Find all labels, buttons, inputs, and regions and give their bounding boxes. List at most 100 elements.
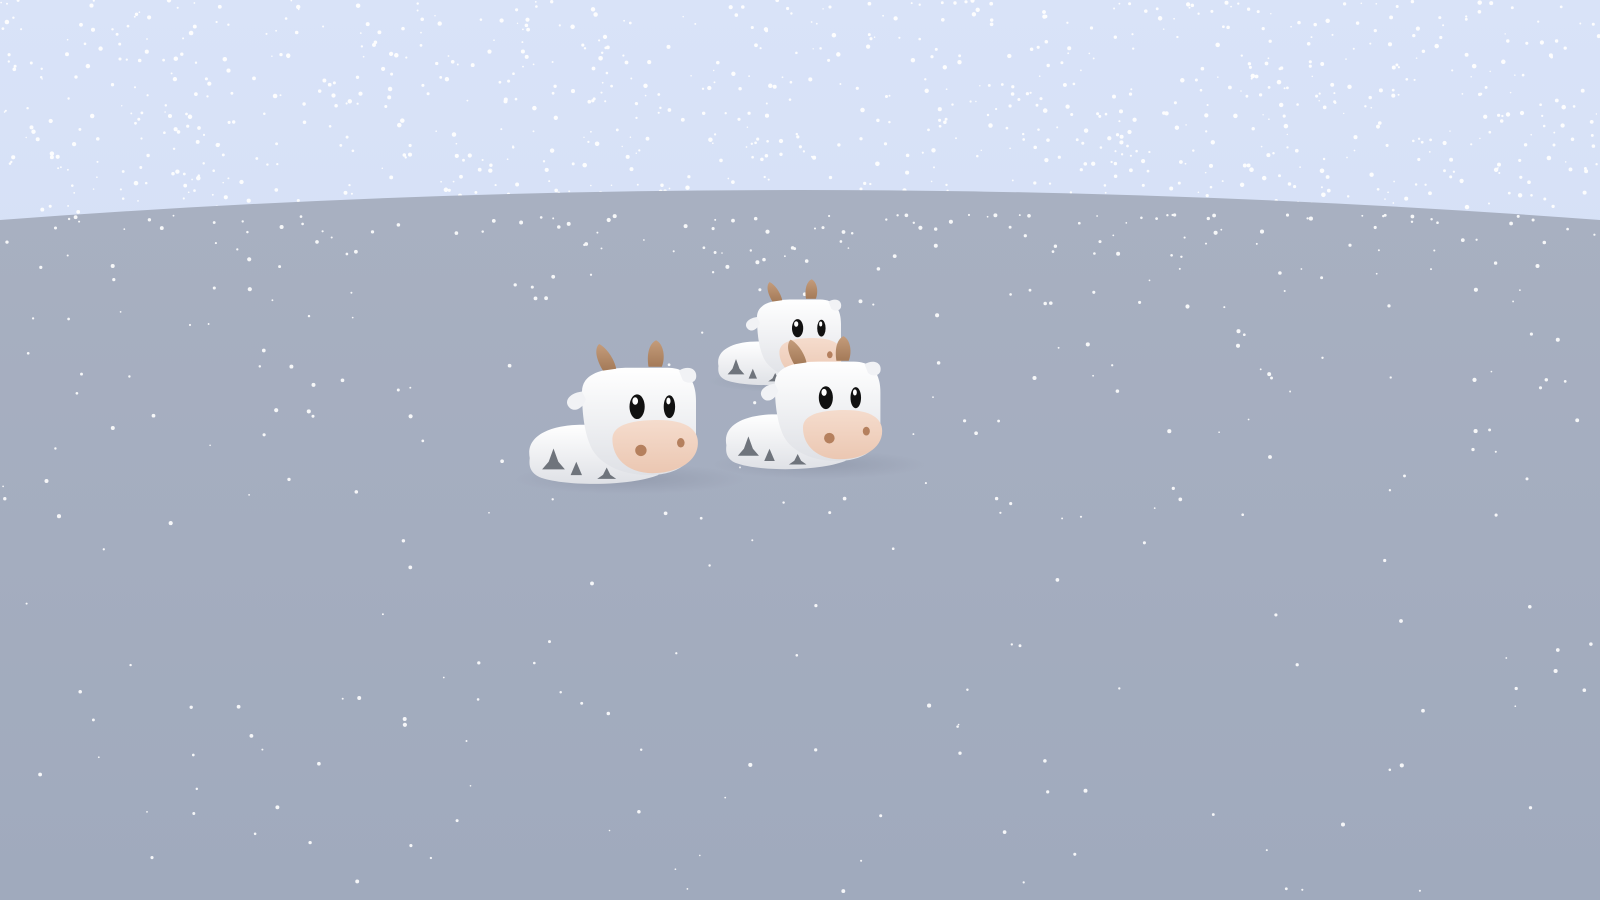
snowflake [1318,99,1320,102]
snowflake [1204,171,1207,174]
snowflake [930,180,933,183]
snowflake [1032,375,1037,381]
snowflake [690,74,692,77]
snowflake [1119,134,1124,139]
snowflake [530,285,534,289]
snowflake [1395,5,1399,8]
snowflake [872,303,875,306]
snowflake [351,316,354,319]
snowflake [236,248,239,251]
snowflake [331,93,336,98]
snowflake [587,140,590,144]
snowflake [246,198,251,203]
snowflake [465,740,468,742]
snowflake [1384,198,1386,200]
snowflake [754,141,757,145]
snowflake [1226,25,1230,30]
snowflake [1410,214,1415,219]
snowflake [734,13,739,17]
snowflake [751,539,754,542]
snowflake [67,97,70,100]
snowflake [924,482,927,485]
snowflake [635,152,638,154]
snowflake [643,83,648,89]
snowflake [209,444,211,447]
snowflake [1069,191,1073,194]
snowflake [580,701,584,705]
snowflake [396,388,400,392]
snowflake [731,71,736,76]
snowflake [1310,36,1313,39]
snowflake [96,160,99,163]
snowflake [1113,7,1116,10]
snowflake [54,447,57,450]
snowflake [222,56,228,62]
snowflake [786,6,790,11]
snowflake [197,174,201,177]
snowflake [1331,33,1334,36]
snowflake [1116,251,1121,256]
snowflake [1330,82,1335,87]
snowflake [912,221,915,224]
snowflake [790,12,793,15]
snowflake [553,84,557,88]
snowflake [345,252,349,256]
snowflake [763,175,766,179]
snowflake [999,511,1002,514]
snowflake [1261,26,1265,31]
snowflake [1218,431,1220,434]
snowflake [810,155,813,158]
snowflake [1514,74,1516,76]
snowflake [390,72,394,76]
snowflake [232,120,236,124]
snowflake [387,95,392,100]
snowflake [167,113,173,119]
snowflake [1130,88,1133,91]
snowflake [1464,17,1468,21]
snowflake [634,101,639,106]
snowflake [951,103,954,106]
snowflake [137,58,142,63]
snowflake [188,30,194,36]
snowflake [389,175,394,180]
snowflake [828,5,832,9]
snowflake [994,496,999,501]
snowflake [1000,83,1004,86]
snowflake [524,23,529,28]
snowflake [128,375,131,378]
snowflake [125,58,128,61]
snowflake [701,87,705,90]
snowflake [756,137,760,141]
snowflake [559,690,562,694]
snowflake [552,217,555,220]
game-viewport[interactable] [0,0,1600,900]
snowflake [185,112,188,116]
snowflake [936,361,941,365]
snowflake [746,126,749,128]
snowflake [0,1,2,4]
snowflake [831,32,837,38]
snowflake [570,89,576,94]
snowflake [172,214,175,217]
snowflake [1268,39,1272,43]
snowflake [452,180,455,183]
snowflake [140,111,144,115]
snowflake [795,654,799,657]
snowflake [1079,168,1083,172]
snowflake [1505,657,1508,659]
snowflake [918,225,923,230]
snowflake [629,167,634,172]
snowflake [1484,85,1488,89]
snowflake [935,313,940,318]
snowflake [1287,182,1292,186]
snowflake [1542,240,1547,245]
snowflake [301,222,304,226]
snowflake [1018,214,1021,217]
snowflake [1246,7,1251,11]
snowflake [1017,98,1021,101]
snowflake [863,181,867,186]
snowflake [944,117,948,121]
snowflake [1256,10,1260,14]
snowflake [1258,93,1263,97]
snowflake [401,539,406,543]
